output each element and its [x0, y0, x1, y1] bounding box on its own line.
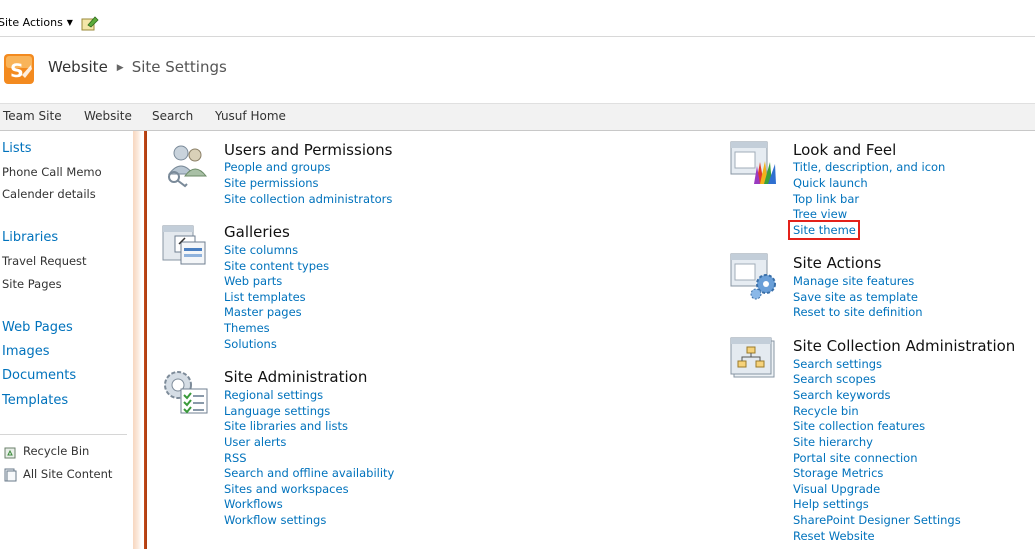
quick-launch: Lists Phone Call Memo Calender details L…	[0, 131, 133, 549]
nav-lists-header[interactable]: Lists	[2, 141, 32, 156]
nav-item-site-pages[interactable]: Site Pages	[2, 277, 62, 291]
nav-item-travel-request[interactable]: Travel Request	[2, 254, 87, 268]
link-people-and-groups[interactable]: People and groups	[224, 160, 331, 174]
link-search-settings[interactable]: Search settings	[793, 357, 882, 371]
nav-all-site-content[interactable]: All Site Content	[23, 467, 112, 481]
nav-item-calender-details[interactable]: Calender details	[2, 187, 96, 201]
site-actions-label: Site Actions	[0, 16, 63, 29]
recycle-bin-icon	[4, 447, 16, 459]
nav-item-phone-call-memo[interactable]: Phone Call Memo	[2, 165, 102, 179]
link-sites-and-workspaces[interactable]: Sites and workspaces	[224, 482, 349, 496]
link-recycle-bin[interactable]: Recycle bin	[793, 404, 859, 418]
link-web-parts[interactable]: Web parts	[224, 274, 282, 288]
ribbon-bar: Site Actions ▼	[0, 0, 1035, 37]
link-sharepoint-designer-settings[interactable]: SharePoint Designer Settings	[793, 513, 961, 527]
topnav-website[interactable]: Website	[84, 109, 132, 123]
nav-images[interactable]: Images	[2, 344, 50, 359]
link-workflow-settings[interactable]: Workflow settings	[224, 513, 326, 527]
link-site-collection-administrators[interactable]: Site collection administrators	[224, 192, 392, 206]
section-title-site-actions: Site Actions	[793, 254, 882, 272]
users-permissions-icon	[167, 145, 208, 188]
section-title-look-and-feel: Look and Feel	[793, 141, 897, 159]
link-regional-settings[interactable]: Regional settings	[224, 388, 323, 402]
link-tree-view[interactable]: Tree view	[793, 207, 847, 221]
link-workflows[interactable]: Workflows	[224, 497, 283, 511]
look-and-feel-icon	[730, 141, 776, 184]
site-collection-administration-icon	[730, 337, 775, 378]
link-search-scopes[interactable]: Search scopes	[793, 372, 876, 386]
sharepoint-logo-icon: S	[4, 54, 34, 84]
link-title-description-icon[interactable]: Title, description, and icon	[793, 160, 945, 174]
top-link-bar: Team Site Website Search Yusuf Home	[0, 104, 1035, 131]
highlight-box	[788, 220, 860, 240]
section-title-site-administration: Site Administration	[224, 368, 368, 386]
edit-page-icon[interactable]	[81, 15, 99, 31]
link-themes[interactable]: Themes	[224, 321, 270, 335]
breadcrumb-arrow-icon: ▶	[116, 63, 124, 73]
link-language-settings[interactable]: Language settings	[224, 404, 330, 418]
section-title-galleries: Galleries	[224, 223, 290, 241]
link-site-hierarchy[interactable]: Site hierarchy	[793, 435, 873, 449]
site-administration-icon	[164, 371, 208, 414]
link-site-content-types[interactable]: Site content types	[224, 259, 329, 273]
link-portal-site-connection[interactable]: Portal site connection	[793, 451, 917, 465]
link-search-keywords[interactable]: Search keywords	[793, 388, 891, 402]
nav-web-pages[interactable]: Web Pages	[2, 320, 73, 335]
link-list-templates[interactable]: List templates	[224, 290, 306, 304]
nav-documents[interactable]: Documents	[2, 368, 76, 383]
link-master-pages[interactable]: Master pages	[224, 305, 302, 319]
link-top-link-bar[interactable]: Top link bar	[793, 192, 859, 206]
breadcrumb-site-link[interactable]: Website	[48, 58, 108, 76]
galleries-icon	[162, 225, 206, 265]
link-reset-website[interactable]: Reset Website	[793, 529, 875, 543]
link-user-alerts[interactable]: User alerts	[224, 435, 286, 449]
section-title-site-collection-administration: Site Collection Administration	[793, 337, 1016, 355]
title-row: S Website ▶ Site Settings	[0, 37, 1035, 104]
link-solutions[interactable]: Solutions	[224, 337, 277, 351]
page-title: Site Settings	[131, 58, 227, 76]
link-storage-metrics[interactable]: Storage Metrics	[793, 466, 883, 480]
link-site-columns[interactable]: Site columns	[224, 243, 298, 257]
link-visual-upgrade[interactable]: Visual Upgrade	[793, 482, 880, 496]
svg-text:S: S	[10, 60, 24, 82]
nav-libraries-header[interactable]: Libraries	[2, 230, 58, 245]
link-search-offline-availability[interactable]: Search and offline availability	[224, 466, 394, 480]
chevron-down-icon: ▼	[66, 18, 73, 27]
link-site-collection-features[interactable]: Site collection features	[793, 419, 925, 433]
topnav-yusuf-home[interactable]: Yusuf Home	[215, 109, 286, 123]
section-title-users-permissions: Users and Permissions	[224, 141, 393, 159]
nav-divider	[0, 434, 127, 435]
link-manage-site-features[interactable]: Manage site features	[793, 274, 914, 288]
breadcrumb: Website ▶ Site Settings	[48, 58, 227, 76]
nav-recycle-bin[interactable]: Recycle Bin	[23, 444, 89, 458]
site-actions-menu[interactable]: Site Actions ▼	[0, 16, 73, 29]
link-quick-launch[interactable]: Quick launch	[793, 176, 868, 190]
link-reset-to-site-definition[interactable]: Reset to site definition	[793, 305, 923, 319]
link-site-libraries-and-lists[interactable]: Site libraries and lists	[224, 419, 348, 433]
site-actions-icon	[730, 253, 776, 300]
link-help-settings[interactable]: Help settings	[793, 497, 869, 511]
topnav-search[interactable]: Search	[152, 109, 193, 123]
link-rss[interactable]: RSS	[224, 451, 247, 465]
link-save-site-as-template[interactable]: Save site as template	[793, 290, 918, 304]
left-nav-border	[133, 131, 147, 549]
nav-templates[interactable]: Templates	[2, 393, 68, 408]
link-site-permissions[interactable]: Site permissions	[224, 176, 319, 190]
topnav-team-site[interactable]: Team Site	[3, 109, 62, 123]
all-site-content-icon	[4, 468, 17, 482]
